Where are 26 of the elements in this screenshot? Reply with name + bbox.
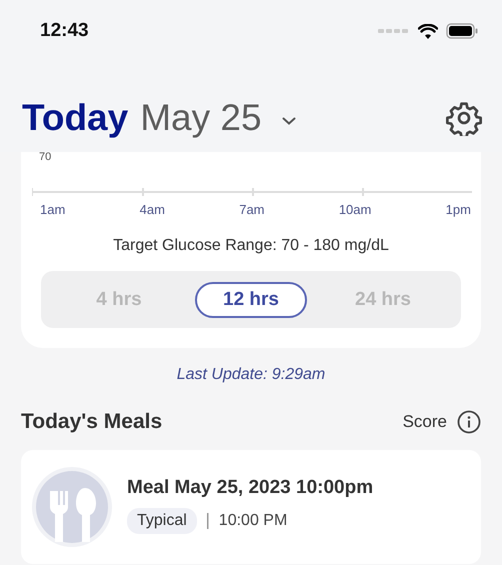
score-label: Score [402, 412, 447, 432]
separator-line [206, 512, 209, 528]
date-label[interactable]: May 25 [140, 97, 262, 139]
meal-time: 10:00 PM [218, 512, 288, 530]
axis-tick-label: 7am [239, 202, 265, 217]
axis-tick-label: 1am [40, 202, 66, 217]
signal-icon [378, 28, 410, 34]
today-title: Today [22, 97, 128, 139]
axis-label: 70 [38, 152, 52, 165]
axis-tick-label: 1pm [446, 202, 471, 217]
settings-icon[interactable] [446, 100, 482, 136]
target-range-text: Target Glucose Range: 70 - 180 mg/dL [112, 237, 390, 255]
status-time: 12:43 [40, 20, 90, 42]
meal-card[interactable]: Meal May 25, 2023 10:00pm Typical 10:00 PM [21, 450, 481, 564]
info-icon[interactable] [457, 410, 481, 434]
last-update-text: Last Update: 9:29am [176, 366, 326, 384]
section-title: Today's Meals [21, 410, 164, 434]
battery-icon [446, 23, 478, 39]
axis-tick-label: 10am [338, 202, 372, 217]
meal-tag: Typical [127, 508, 197, 534]
axis-tick-label: 4am [140, 202, 165, 217]
fork-spoon-icon [31, 466, 113, 548]
chevron-down-icon[interactable] [282, 117, 296, 125]
range-tab[interactable]: 12 hrs [195, 282, 307, 318]
meal-title: Meal May 25, 2023 10:00pm [127, 476, 374, 498]
wifi-icon [418, 24, 438, 38]
